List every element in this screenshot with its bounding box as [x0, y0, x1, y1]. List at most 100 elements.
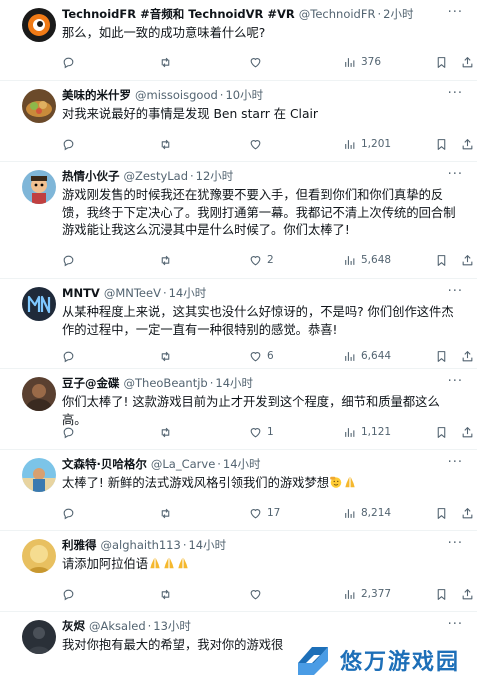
share-button[interactable] [461, 136, 474, 152]
retweet-button[interactable] [159, 505, 177, 521]
display-name[interactable]: 热情小伙子 [62, 168, 120, 184]
action-bar: 376 [62, 54, 473, 70]
user-handle[interactable]: @Aksaled [89, 618, 146, 634]
reply-icon [63, 139, 74, 150]
more-options-icon[interactable]: ··· [448, 285, 463, 299]
like-button[interactable]: 6 [249, 348, 274, 364]
views-button[interactable]: 8,214 [343, 505, 391, 521]
like-button[interactable]: 1 [249, 424, 274, 440]
avatar[interactable] [22, 287, 56, 321]
user-handle[interactable]: @ZestyLad [124, 168, 189, 184]
tweet-text: 请添加阿拉伯语 [62, 557, 149, 571]
reply-button[interactable] [62, 424, 80, 440]
display-name[interactable]: TechnoidFR #音频和 TechnoidVR #VR [62, 6, 295, 22]
timestamp[interactable]: 2小时 [383, 6, 413, 22]
share-icon [462, 588, 473, 599]
retweet-button[interactable] [159, 54, 177, 70]
share-icon [462, 138, 473, 149]
user-handle[interactable]: @missoisgood [135, 87, 218, 103]
reply-button[interactable] [62, 54, 80, 70]
avatar[interactable] [22, 89, 56, 123]
user-handle[interactable]: @La_Carve [151, 456, 215, 472]
share-button[interactable] [461, 348, 474, 364]
user-handle[interactable]: @TechnoidFR [299, 6, 376, 22]
more-options-icon[interactable]: ··· [448, 537, 463, 551]
avatar[interactable] [22, 8, 56, 42]
share-button[interactable] [461, 505, 474, 521]
user-handle[interactable]: @MNTeeV [104, 285, 161, 301]
bookmark-button[interactable] [435, 505, 448, 521]
views-button[interactable]: 1,201 [343, 136, 391, 152]
timestamp[interactable]: 14小时 [215, 375, 253, 391]
timestamp[interactable]: 10小时 [225, 87, 263, 103]
like-count: 2 [267, 254, 274, 266]
avatar[interactable] [22, 170, 56, 204]
avatar[interactable] [22, 539, 56, 573]
tweet[interactable]: 热情小伙子 @ZestyLad · 12小时 ··· 游戏刚发售的时候我还在犹豫… [0, 162, 477, 279]
more-options-icon[interactable]: ··· [448, 168, 463, 182]
views-button[interactable]: 2,377 [343, 586, 391, 602]
display-name[interactable]: 美味的米什罗 [62, 87, 131, 103]
share-button[interactable] [461, 424, 474, 440]
like-button[interactable] [249, 586, 267, 602]
like-button[interactable] [249, 54, 267, 70]
share-icon [462, 507, 473, 518]
views-button[interactable]: 6,644 [343, 348, 391, 364]
display-name[interactable]: 灰烬 [62, 618, 85, 634]
views-button[interactable]: 1,121 [343, 424, 391, 440]
tweet-header: 美味的米什罗 @missoisgood · 10小时 [62, 87, 264, 103]
tweet-text: 太棒了! 新鲜的法式游戏风格引领我们的游戏梦想 [62, 476, 330, 490]
bookmark-button[interactable] [435, 424, 448, 440]
tweet[interactable]: 美味的米什罗 @missoisgood · 10小时 ··· 对我来说最好的事情… [0, 81, 477, 162]
tweet[interactable]: TechnoidFR #音频和 TechnoidVR #VR @Technoid… [0, 0, 477, 81]
reply-button[interactable] [62, 586, 80, 602]
display-name[interactable]: 利雅得 [62, 537, 97, 553]
tweet[interactable]: 豆子@金碟 @TheoBeantjb · 14小时 ··· 你们太棒了! 这款游… [0, 369, 477, 450]
share-button[interactable] [461, 252, 474, 268]
display-name[interactable]: 文森特·贝哈格尔 [62, 456, 147, 472]
reply-button[interactable] [62, 136, 80, 152]
timestamp[interactable]: 12小时 [196, 168, 234, 184]
bookmark-button[interactable] [435, 252, 448, 268]
timestamp[interactable]: 14小时 [223, 456, 261, 472]
views-button[interactable]: 5,648 [343, 252, 391, 268]
bookmark-button[interactable] [435, 586, 448, 602]
tweet[interactable]: 利雅得 @alghaith113 · 14小时 ··· 请添加阿拉伯语 2,37… [0, 531, 477, 612]
heart-icon [250, 589, 261, 599]
tweet[interactable]: MNTV @MNTeeV · 14小时 ··· 从某种程度上来说，这其实也没什么… [0, 279, 477, 369]
share-button[interactable] [461, 586, 474, 602]
retweet-button[interactable] [159, 136, 177, 152]
bookmark-button[interactable] [435, 348, 448, 364]
timestamp[interactable]: 14小时 [188, 537, 226, 553]
retweet-button[interactable] [159, 586, 177, 602]
retweet-button[interactable] [159, 424, 177, 440]
avatar[interactable] [22, 458, 56, 492]
reply-button[interactable] [62, 505, 80, 521]
tweet[interactable]: 文森特·贝哈格尔 @La_Carve · 14小时 ··· 太棒了! 新鲜的法式… [0, 450, 477, 531]
user-handle[interactable]: @TheoBeantjb [124, 375, 208, 391]
bookmark-button[interactable] [435, 54, 448, 70]
timestamp[interactable]: 13小时 [153, 618, 191, 634]
bookmark-button[interactable] [435, 136, 448, 152]
like-button[interactable]: 17 [249, 505, 280, 521]
more-options-icon[interactable]: ··· [448, 87, 463, 101]
timestamp[interactable]: 14小时 [169, 285, 207, 301]
user-handle[interactable]: @alghaith113 [101, 537, 181, 553]
more-options-icon[interactable]: ··· [448, 375, 463, 389]
views-button[interactable]: 376 [343, 54, 381, 70]
like-button[interactable] [249, 136, 267, 152]
retweet-button[interactable] [159, 252, 177, 268]
more-options-icon[interactable]: ··· [448, 456, 463, 470]
more-options-icon[interactable]: ··· [448, 6, 463, 20]
more-options-icon[interactable]: ··· [448, 618, 463, 632]
display-name[interactable]: MNTV [62, 285, 100, 301]
avatar[interactable] [22, 377, 56, 411]
tweet-header: 文森特·贝哈格尔 @La_Carve · 14小时 [62, 456, 261, 472]
like-button[interactable]: 2 [249, 252, 274, 268]
retweet-button[interactable] [159, 348, 177, 364]
display-name[interactable]: 豆子@金碟 [62, 375, 120, 391]
share-button[interactable] [461, 54, 474, 70]
avatar[interactable] [22, 620, 56, 654]
reply-button[interactable] [62, 348, 80, 364]
reply-button[interactable] [62, 252, 80, 268]
